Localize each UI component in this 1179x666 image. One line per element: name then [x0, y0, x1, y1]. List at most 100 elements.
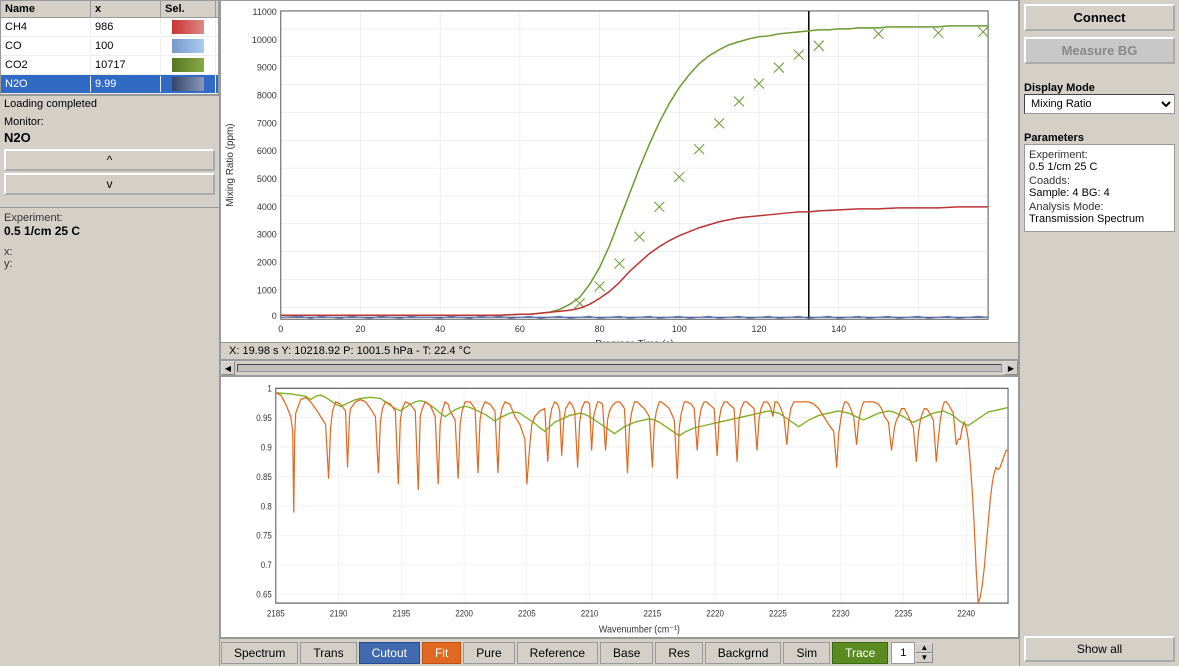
tab-sim[interactable]: Sim: [783, 642, 830, 664]
svg-text:9000: 9000: [257, 63, 277, 73]
svg-text:2215: 2215: [644, 608, 662, 619]
spectrum-svg: 1 0.95 0.9 0.85 0.8 0.75 0.7 0.65 2185 2…: [221, 377, 1018, 637]
trace-stepper-container: ▲ ▼: [891, 642, 933, 664]
tab-reference[interactable]: Reference: [517, 642, 598, 664]
experiment-value: 0.5 1/cm 25 C: [4, 224, 215, 238]
tab-pure[interactable]: Pure: [463, 642, 514, 664]
analysis-value: Transmission Spectrum: [1029, 213, 1144, 225]
cell-name: CO: [1, 38, 91, 54]
svg-text:0.65: 0.65: [256, 589, 272, 600]
coadds-param: Coadds: Sample: 4 BG: 4: [1029, 175, 1170, 199]
tab-fit[interactable]: Fit: [422, 642, 461, 664]
col-header-x: x: [91, 1, 161, 17]
svg-text:2230: 2230: [832, 608, 850, 619]
x-label: x:: [4, 246, 215, 258]
cell-name: CH4: [1, 19, 91, 35]
col-header-sel: Sel.: [161, 1, 216, 17]
cell-x: 100: [91, 38, 161, 54]
table-row[interactable]: CH4 986: [1, 18, 218, 37]
svg-text:60: 60: [515, 324, 525, 334]
tab-cutout[interactable]: Cutout: [359, 642, 420, 664]
svg-text:2000: 2000: [257, 258, 277, 268]
scroll-left-button[interactable]: ◀: [221, 361, 235, 375]
cell-sel: [161, 75, 216, 93]
measure-bg-button[interactable]: Measure BG: [1024, 37, 1175, 64]
mixing-ratio-chart: 11000 10000 9000 8000 7000 6000 5000 400…: [220, 0, 1019, 360]
monitor-down-button[interactable]: v: [4, 173, 215, 195]
svg-text:80: 80: [595, 324, 605, 334]
svg-text:0: 0: [278, 324, 283, 334]
stepper-up[interactable]: ▲: [915, 643, 933, 653]
chart-status-bar: X: 19.98 s Y: 10218.92 P: 1001.5 hPa - T…: [221, 342, 1018, 359]
cell-name: CO2: [1, 57, 91, 73]
svg-text:11000: 11000: [253, 7, 277, 17]
tab-res[interactable]: Res: [655, 642, 702, 664]
monitor-value: N2O: [4, 130, 215, 145]
scroll-track[interactable]: [237, 364, 1002, 372]
analysis-label: Analysis Mode:: [1029, 201, 1104, 213]
monitor-up-button[interactable]: ^: [4, 149, 215, 171]
parameters-label: Parameters: [1024, 132, 1175, 144]
color-indicator: [172, 20, 204, 34]
svg-text:2210: 2210: [581, 608, 599, 619]
tab-spectrum[interactable]: Spectrum: [221, 642, 298, 664]
experiment-label: Experiment:: [4, 212, 215, 224]
trace-stepper[interactable]: ▲ ▼: [915, 643, 933, 663]
monitor-label: Monitor:: [4, 116, 215, 128]
horizontal-scrollbar[interactable]: ◀ ▶: [220, 360, 1019, 376]
tab-backgrnd[interactable]: Backgrnd: [705, 642, 782, 664]
table-row-selected[interactable]: N2O 9.99: [1, 75, 218, 94]
tab-trace[interactable]: Trace: [832, 642, 888, 664]
svg-text:2205: 2205: [518, 608, 536, 619]
table-row[interactable]: CO2 10717: [1, 56, 218, 75]
experiment-param-label: Experiment:: [1029, 149, 1088, 161]
show-all-button[interactable]: Show all: [1024, 636, 1175, 662]
cell-x: 9.99: [91, 76, 161, 92]
display-mode-select[interactable]: Mixing Ratio Absorbance Transmission: [1024, 94, 1175, 114]
stepper-down[interactable]: ▼: [915, 653, 933, 663]
svg-text:1: 1: [267, 383, 272, 394]
params-box: Experiment: 0.5 1/cm 25 C Coadds: Sample…: [1024, 144, 1175, 232]
cell-sel: [161, 18, 216, 36]
cell-x: 10717: [91, 57, 161, 73]
svg-text:40: 40: [435, 324, 445, 334]
xy-area: x: y:: [0, 242, 219, 274]
cell-x: 986: [91, 19, 161, 35]
svg-text:100: 100: [672, 324, 687, 334]
chart-coordinates: X: 19.98 s Y: 10218.92 P: 1001.5 hPa - T…: [229, 345, 471, 357]
cell-sel: [161, 37, 216, 55]
parameters-section: Parameters Experiment: 0.5 1/cm 25 C Coa…: [1024, 128, 1175, 232]
svg-text:2200: 2200: [455, 608, 473, 619]
center-panel: 11000 10000 9000 8000 7000 6000 5000 400…: [220, 0, 1019, 666]
svg-text:140: 140: [831, 324, 846, 334]
trace-number-input[interactable]: [891, 642, 915, 664]
coadds-value: Sample: 4 BG: 4: [1029, 187, 1110, 199]
svg-text:0: 0: [272, 311, 277, 321]
right-panel: Connect Measure BG Display Mode Mixing R…: [1019, 0, 1179, 666]
svg-text:2220: 2220: [706, 608, 724, 619]
display-mode-section: Display Mode Mixing Ratio Absorbance Tra…: [1024, 78, 1175, 114]
color-indicator: [172, 77, 204, 91]
svg-text:0.75: 0.75: [256, 530, 272, 541]
svg-text:120: 120: [752, 324, 767, 334]
svg-text:5000: 5000: [257, 174, 277, 184]
data-table: Name x Sel. CH4 986 CO 100: [0, 0, 219, 95]
svg-text:8000: 8000: [257, 90, 277, 100]
left-panel: Name x Sel. CH4 986 CO 100: [0, 0, 220, 666]
experiment-area: Experiment: 0.5 1/cm 25 C: [0, 207, 219, 242]
svg-text:0.8: 0.8: [261, 501, 272, 512]
tab-base[interactable]: Base: [600, 642, 653, 664]
svg-text:3000: 3000: [257, 230, 277, 240]
table-row[interactable]: CO 100: [1, 37, 218, 56]
svg-text:Mixing Ratio (ppm): Mixing Ratio (ppm): [225, 123, 236, 206]
svg-text:2195: 2195: [392, 608, 410, 619]
svg-text:20: 20: [355, 324, 365, 334]
coadds-label: Coadds:: [1029, 175, 1070, 187]
display-mode-label: Display Mode: [1024, 82, 1175, 94]
svg-text:2225: 2225: [769, 608, 787, 619]
svg-text:7000: 7000: [257, 118, 277, 128]
experiment-param-value: 0.5 1/cm 25 C: [1029, 161, 1097, 173]
tab-trans[interactable]: Trans: [300, 642, 356, 664]
connect-button[interactable]: Connect: [1024, 4, 1175, 31]
scroll-right-button[interactable]: ▶: [1004, 361, 1018, 375]
